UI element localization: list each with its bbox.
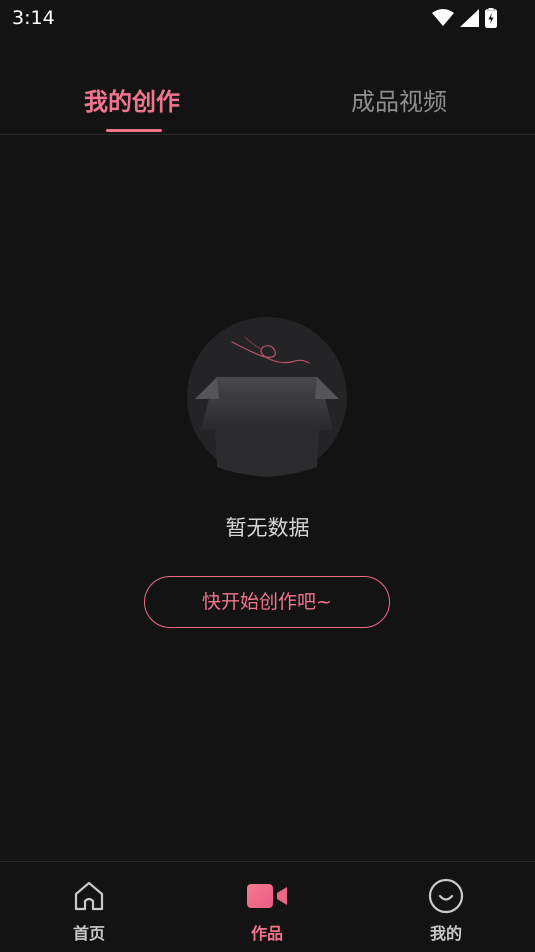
battery-charging-icon (485, 8, 497, 28)
status-time: 3:14 (12, 7, 55, 29)
empty-state-message: 暂无数据 (225, 516, 310, 540)
tab-active-indicator (106, 129, 162, 132)
nav-works-label: 作品 (250, 924, 283, 943)
status-bar: 3:14 (0, 0, 535, 36)
tab-bar: 我的创作 成品视频 (0, 62, 535, 135)
video-camera-icon (245, 878, 289, 914)
nav-works[interactable]: 作品 (178, 862, 356, 952)
signal-icon (460, 9, 479, 27)
nav-me-label: 我的 (429, 924, 462, 943)
bottom-nav: 首页 作品 我的 (0, 861, 535, 952)
wifi-icon (432, 9, 454, 26)
empty-box-icon (187, 317, 347, 477)
nav-home-label: 首页 (72, 924, 105, 943)
start-creating-button[interactable]: 快开始创作吧~ (144, 576, 390, 628)
smiley-face-icon (428, 878, 464, 914)
status-icons (432, 8, 497, 28)
home-icon (72, 878, 106, 914)
tab-my-creations[interactable]: 我的创作 (84, 82, 180, 117)
tab-finished-videos[interactable]: 成品视频 (351, 82, 447, 117)
nav-home[interactable]: 首页 (0, 862, 178, 952)
nav-me[interactable]: 我的 (357, 862, 535, 952)
